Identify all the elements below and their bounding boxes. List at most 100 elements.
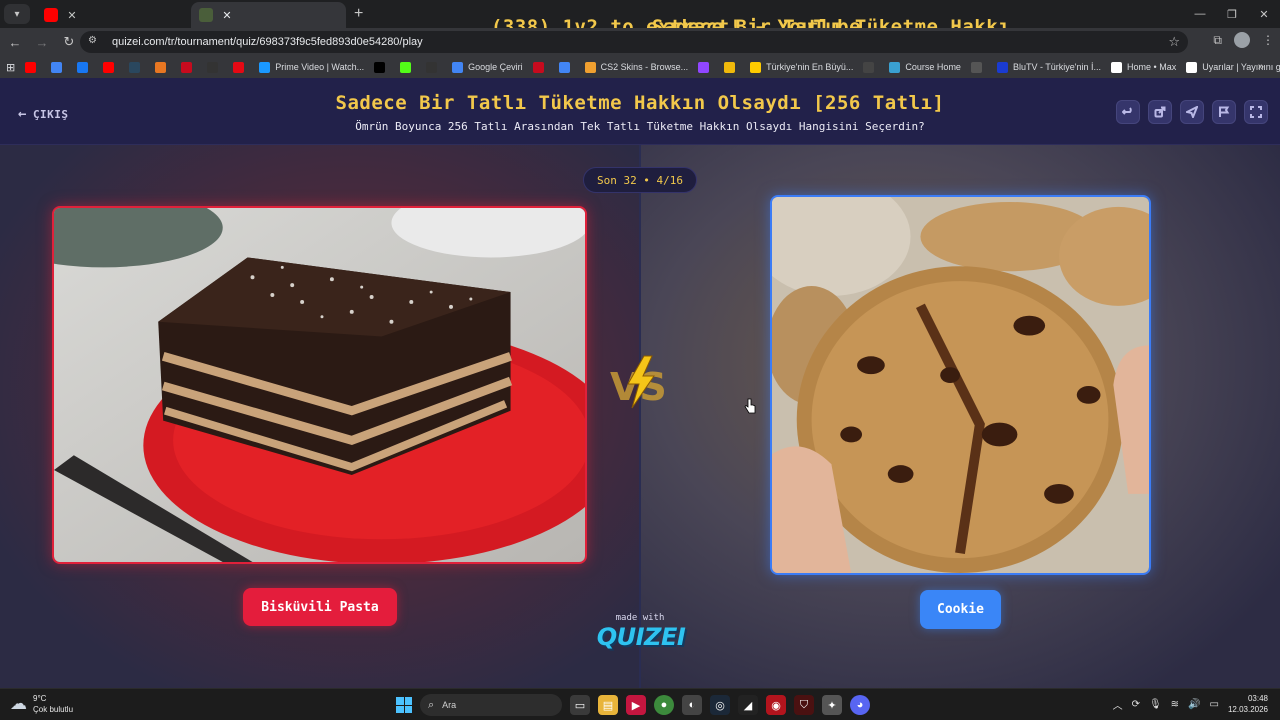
bookmark-item[interactable]: Uyarılar | Yayınını gü... [1186, 61, 1280, 73]
bookmark-favicon-icon [1186, 61, 1198, 73]
bookmark-favicon-icon [25, 61, 37, 73]
extensions-icon[interactable]: ⧉ [1213, 33, 1222, 48]
bookmarks-overflow-icon[interactable]: » [1258, 61, 1264, 73]
bookmark-favicon-icon [532, 61, 544, 73]
sync-icon[interactable]: ⟳ [1132, 699, 1140, 710]
bookmark-item[interactable] [863, 61, 879, 73]
volume-icon[interactable]: 🔊 [1188, 699, 1200, 710]
profile-avatar[interactable] [1234, 32, 1250, 48]
task-view-icon[interactable]: ▭ [570, 695, 590, 715]
bookmark-item[interactable]: Prime Video | Watch... [259, 61, 365, 73]
game-launcher-icon[interactable]: ◢ [738, 695, 758, 715]
bookmark-favicon-icon [51, 61, 63, 73]
send-button[interactable] [1180, 100, 1204, 124]
bookmark-item[interactable]: CS2 Skins - Browse... [584, 61, 689, 73]
taskbar-search[interactable]: ⌕ Ara [420, 694, 562, 716]
shield-icon[interactable]: ⛉ [794, 695, 814, 715]
bookmark-item[interactable] [426, 61, 442, 73]
exit-button[interactable]: ← ÇIKIŞ [18, 106, 69, 122]
youtube-favicon-icon [44, 8, 58, 22]
apps-icon[interactable]: ⊞ [6, 61, 15, 74]
discord-icon[interactable]: ◕ [850, 695, 870, 715]
github-desktop-icon[interactable]: ◐ [682, 695, 702, 715]
choose-right-button[interactable]: Cookie [920, 590, 1001, 629]
made-with-label: made with [615, 613, 665, 623]
fullscreen-button[interactable] [1244, 100, 1268, 124]
wifi-icon[interactable]: ≋ [1171, 699, 1179, 710]
bookmark-item[interactable] [970, 61, 987, 73]
url-text[interactable]: quizei.com/tr/tournament/quiz/698373f9c5… [112, 36, 423, 48]
share-button[interactable] [1148, 100, 1172, 124]
tab-quizei[interactable]: Sadece Bir Tatlı Tüketme Hakkı ✕ [191, 2, 1010, 38]
bookmark-item[interactable] [698, 61, 714, 73]
bookmark-item[interactable]: Course Home [889, 61, 961, 73]
minimize-icon[interactable]: — [1184, 0, 1216, 28]
send-icon [1186, 106, 1198, 118]
bookmark-item[interactable] [103, 61, 119, 73]
bookmark-item[interactable]: Google Çeviri [452, 61, 523, 73]
toolbar-actions: ⧉ ⋮ [1213, 32, 1274, 48]
bookmark-favicon-icon [970, 61, 982, 73]
weather-desc: Çok bulutlu [33, 705, 74, 714]
red-app-icon[interactable]: ◉ [766, 695, 786, 715]
reload-icon[interactable]: ↻ [57, 34, 81, 50]
bookmark-item[interactable] [400, 61, 416, 73]
steam-icon[interactable]: ◎ [710, 695, 730, 715]
weather-widget[interactable]: ☁ 9°C Çok bulutlu [10, 693, 73, 715]
bookmark-item[interactable] [25, 61, 41, 73]
restore-icon[interactable]: ❐ [1216, 0, 1248, 28]
bookmark-item[interactable] [155, 61, 171, 73]
bookmark-favicon-icon [233, 61, 245, 73]
left-choice-card[interactable] [52, 206, 587, 564]
bookmark-label: CS2 Skins - Browse... [600, 62, 689, 72]
address-bar[interactable]: ⚙ quizei.com/tr/tournament/quiz/698373f9… [80, 31, 1188, 53]
bookmark-label: Google Çeviri [468, 62, 523, 72]
clock[interactable]: 03:48 12.03.2026 [1228, 693, 1268, 715]
bookmark-item[interactable] [129, 61, 145, 73]
report-button[interactable] [1212, 100, 1236, 124]
bookmark-item[interactable]: BluTV - Türkiye'nin İ... [996, 61, 1101, 73]
bookmark-favicon-icon [698, 61, 710, 73]
bookmark-item[interactable] [374, 61, 390, 73]
windows-start-icon[interactable] [396, 697, 412, 713]
settings-app-icon[interactable]: ✦ [822, 695, 842, 715]
close-tab-icon[interactable]: ✕ [65, 9, 79, 22]
microphone-icon[interactable]: 🎙 [1149, 699, 1162, 710]
browser-toolbar: ← → ↻ ⚙ quizei.com/tr/tournament/quiz/69… [0, 28, 1280, 56]
forward-icon[interactable]: → [30, 35, 54, 50]
bookmark-item[interactable] [51, 61, 67, 73]
undo-button[interactable] [1116, 100, 1140, 124]
file-explorer-icon[interactable]: ▤ [598, 695, 618, 715]
bookmark-item[interactable] [207, 61, 223, 73]
bookmark-item[interactable] [77, 61, 93, 73]
close-tab-icon[interactable]: ✕ [220, 9, 234, 22]
weather-temp: 9°C [33, 694, 47, 703]
choose-left-button[interactable]: Bisküvili Pasta [243, 588, 397, 626]
chevron-up-icon[interactable]: ︿ [1113, 697, 1123, 712]
bookmark-star-icon[interactable]: ☆ [1168, 34, 1180, 50]
bookmark-item[interactable] [233, 61, 249, 73]
bookmark-favicon-icon [181, 61, 193, 73]
bookmark-item[interactable] [181, 61, 197, 73]
bookmark-item[interactable]: Türkiye'nin En Büyü... [750, 61, 853, 73]
site-info-icon[interactable]: ⚙ [88, 35, 102, 49]
bookmark-favicon-icon [724, 61, 736, 73]
tab-youtube[interactable]: (338) 1v2 to extract! - YouTube ✕ [36, 2, 861, 38]
bookmark-favicon-icon [129, 61, 141, 73]
media-player-icon[interactable]: ▶ [626, 695, 646, 715]
bookmark-item[interactable] [558, 61, 575, 73]
chrome-icon[interactable]: ● [654, 695, 674, 715]
bookmark-item[interactable]: Home • Max [1111, 61, 1176, 73]
bookmark-item[interactable] [532, 61, 549, 73]
bookmark-favicon-icon [1111, 61, 1123, 73]
back-icon[interactable]: ← [3, 35, 27, 50]
bookmark-item[interactable] [724, 61, 740, 73]
battery-icon[interactable]: ▭ [1210, 699, 1219, 710]
bookmark-label: Prime Video | Watch... [275, 62, 365, 72]
right-choice-card[interactable] [770, 195, 1151, 575]
menu-icon[interactable]: ⋮ [1262, 33, 1274, 47]
close-window-icon[interactable]: ✕ [1248, 0, 1280, 28]
quizei-logo[interactable]: QUIZEI [596, 623, 686, 651]
bookmark-favicon-icon [452, 61, 464, 73]
tab-search-button[interactable]: ▾ [4, 4, 30, 24]
